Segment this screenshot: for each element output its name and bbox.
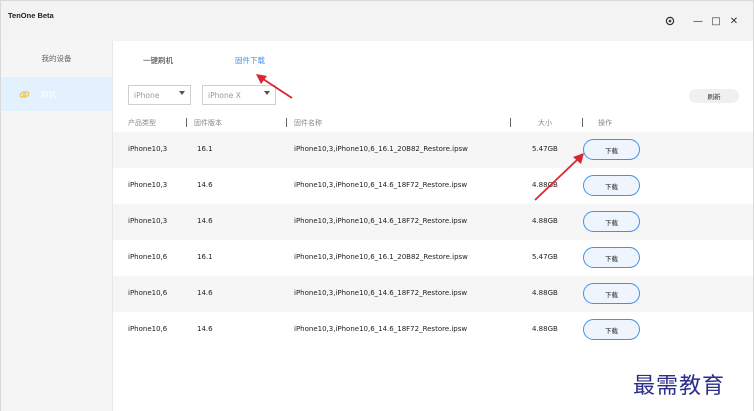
settings-button[interactable] [663,14,677,28]
sidebar-item-my-device[interactable]: 我的设备 [1,41,112,75]
table-row: iPhone10,3 14.6 iPhone10,3,iPhone10,6_14… [113,204,753,240]
download-button[interactable]: 下载 [583,139,640,160]
refresh-button[interactable]: 刷新 [689,89,739,103]
sidebar-item-label: 我的设备 [41,53,72,63]
cell-version: 16.1 [197,253,213,261]
gear-icon [665,16,675,26]
cell-version: 14.6 [197,325,213,333]
maximize-button[interactable]: □ [709,14,723,28]
app-window: TenOne Beta — □ ✕ 我的设备 刷机 一键刷机 固件下载 iPho… [0,0,754,411]
cell-product: iPhone10,3 [128,145,168,153]
main-panel: 一键刷机 固件下载 iPhone iPhone X 刷新 产品类型 固件版本 固… [113,41,753,411]
cell-size: 4.88GB [532,217,558,225]
download-button[interactable]: 下载 [583,319,640,340]
column-divider [186,118,187,127]
link-icon [19,91,30,98]
cell-product: iPhone10,6 [128,325,168,333]
cell-firmware-name: iPhone10,3,iPhone10,6_16.1_20B82_Restore… [294,253,468,261]
close-button[interactable]: ✕ [727,14,741,28]
cell-size: 5.47GB [532,145,558,153]
cell-firmware-name: iPhone10,3,iPhone10,6_14.6_18F72_Restore… [294,289,468,297]
minimize-button[interactable]: — [691,14,705,28]
cell-size: 4.88GB [532,325,558,333]
download-button[interactable]: 下载 [583,175,640,196]
product-select-value: iPhone [134,90,160,100]
cell-product: iPhone10,6 [128,253,168,261]
column-divider [286,118,287,127]
sidebar-item-label: 刷机 [41,89,56,99]
title-bar: TenOne Beta — □ ✕ [1,1,753,41]
cell-version: 14.6 [197,217,213,225]
column-header-product: 产品类型 [128,119,156,127]
sidebar-item-flash[interactable]: 刷机 [1,77,112,111]
model-select[interactable]: iPhone X [202,85,276,105]
cell-firmware-name: iPhone10,3,iPhone10,6_14.6_18F72_Restore… [294,325,468,333]
cell-version: 14.6 [197,181,213,189]
cell-size: 5.47GB [532,253,558,261]
column-divider [582,118,583,127]
cell-size: 4.88GB [532,181,558,189]
column-divider [510,118,511,127]
cell-version: 16.1 [197,145,213,153]
cell-product: iPhone10,3 [128,181,168,189]
download-button[interactable]: 下载 [583,283,640,304]
tab-one-click-flash[interactable]: 一键刷机 [143,55,173,66]
column-header-action: 操作 [598,119,612,127]
table-row: iPhone10,6 16.1 iPhone10,3,iPhone10,6_16… [113,240,753,276]
sidebar: 我的设备 刷机 [1,41,113,411]
column-header-version: 固件版本 [194,119,222,127]
model-select-value: iPhone X [208,90,241,100]
column-header-size: 大小 [538,119,552,127]
cell-version: 14.6 [197,289,213,297]
product-select[interactable]: iPhone [128,85,191,105]
download-button[interactable]: 下载 [583,211,640,232]
cell-firmware-name: iPhone10,3,iPhone10,6_14.6_18F72_Restore… [294,217,468,225]
cell-product: iPhone10,6 [128,289,168,297]
cell-product: iPhone10,3 [128,217,168,225]
chevron-down-icon [179,91,185,95]
column-header-name: 固件名称 [294,119,322,127]
table-row: iPhone10,3 16.1 iPhone10,3,iPhone10,6_16… [113,132,753,168]
table-row: iPhone10,6 14.6 iPhone10,3,iPhone10,6_14… [113,276,753,312]
chevron-down-icon [264,91,270,95]
cell-size: 4.88GB [532,289,558,297]
tab-firmware-download[interactable]: 固件下载 [235,55,265,66]
download-button[interactable]: 下载 [583,247,640,268]
table-row: iPhone10,6 14.6 iPhone10,3,iPhone10,6_14… [113,312,753,348]
table-row: iPhone10,3 14.6 iPhone10,3,iPhone10,6_14… [113,168,753,204]
cell-firmware-name: iPhone10,3,iPhone10,6_16.1_20B82_Restore… [294,145,468,153]
watermark: 最需教育 [633,374,726,399]
app-title: TenOne Beta [8,11,54,20]
cell-firmware-name: iPhone10,3,iPhone10,6_14.6_18F72_Restore… [294,181,468,189]
